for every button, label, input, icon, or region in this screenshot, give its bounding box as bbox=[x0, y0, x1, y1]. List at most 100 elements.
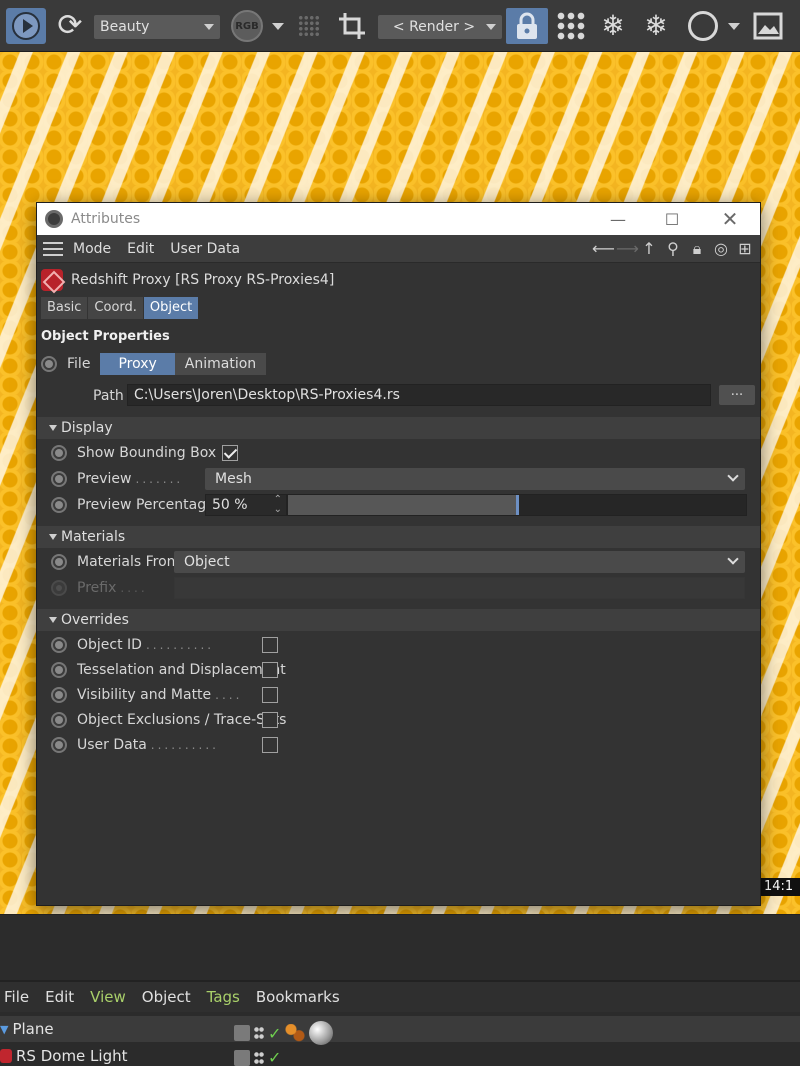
collapse-triangle-icon bbox=[49, 617, 57, 623]
search-icon[interactable]: ⚲ bbox=[664, 238, 682, 260]
render-pass-value: Beauty bbox=[100, 19, 150, 35]
preview-pct-slider[interactable] bbox=[287, 494, 747, 516]
dotted-leader: ....... bbox=[135, 472, 184, 486]
object-row-plane[interactable]: ▼ Plane ✓ bbox=[0, 1016, 800, 1045]
om-menu-view[interactable]: View bbox=[90, 988, 126, 1006]
render-pass-select[interactable]: Beauty bbox=[94, 15, 220, 39]
stepper-arrows-icon[interactable]: ⌃ ⌄ bbox=[274, 495, 282, 515]
collapse-triangle-icon bbox=[49, 534, 57, 540]
menu-user-data[interactable]: User Data bbox=[170, 241, 240, 257]
close-icon[interactable]: ✕ bbox=[704, 203, 756, 235]
tab-coord[interactable]: Coord. bbox=[88, 297, 143, 319]
override-exclusions-checkbox[interactable] bbox=[262, 711, 278, 728]
lock-icon[interactable]: 🔒︎ bbox=[688, 238, 706, 260]
menu-edit[interactable]: Edit bbox=[127, 241, 154, 257]
dotted-leader: .... bbox=[215, 687, 243, 702]
tab-object[interactable]: Object bbox=[143, 297, 199, 319]
back-arrow-icon[interactable]: ⟵ bbox=[592, 238, 615, 260]
om-menu-file[interactable]: File bbox=[4, 988, 29, 1006]
proxy-mode-button[interactable]: Proxy bbox=[100, 353, 175, 375]
circle-icon[interactable] bbox=[686, 8, 720, 44]
animate-radio[interactable] bbox=[51, 554, 67, 570]
maximize-icon[interactable]: ☐ bbox=[646, 203, 698, 235]
forward-arrow-icon[interactable]: ⟶ bbox=[616, 238, 639, 260]
crop-icon[interactable] bbox=[334, 8, 370, 44]
om-menu-tags[interactable]: Tags bbox=[207, 988, 240, 1006]
om-menu-edit[interactable]: Edit bbox=[45, 988, 74, 1006]
tab-basic[interactable]: Basic bbox=[41, 297, 88, 319]
edit-icon[interactable] bbox=[234, 1025, 250, 1041]
dotted-leader: .......... bbox=[145, 637, 215, 652]
add-panel-icon[interactable]: ⊞ bbox=[736, 238, 754, 260]
chevron-down-icon bbox=[727, 470, 739, 482]
up-arrow-icon[interactable]: ↑ bbox=[640, 238, 658, 260]
show-bbox-checkbox[interactable] bbox=[222, 445, 239, 461]
render-target-select[interactable]: < Render > bbox=[378, 15, 502, 39]
object-header-text: Redshift Proxy [RS Proxy RS-Proxies4] bbox=[71, 272, 335, 288]
override-tesselation-checkbox[interactable] bbox=[262, 661, 278, 678]
render-play-button[interactable] bbox=[6, 8, 46, 44]
collapse-triangle-icon bbox=[49, 425, 57, 431]
circle-dropdown-icon[interactable] bbox=[726, 8, 742, 44]
animate-radio[interactable] bbox=[51, 686, 67, 703]
override-row: Visibility and Matte .... bbox=[37, 682, 760, 707]
browse-button[interactable]: ... bbox=[719, 385, 755, 405]
display-group-header[interactable]: Display bbox=[37, 417, 760, 439]
visibility-dots-icon[interactable] bbox=[254, 1026, 264, 1040]
path-input[interactable]: C:\Users\Joren\Desktop\RS-Proxies4.rs bbox=[127, 384, 711, 406]
expand-arrow-icon[interactable]: ▼ bbox=[0, 1023, 8, 1036]
animate-radio bbox=[51, 580, 67, 596]
animate-radio[interactable] bbox=[51, 471, 67, 487]
menu-mode[interactable]: Mode bbox=[73, 241, 111, 257]
enabled-check-icon[interactable]: ✓ bbox=[268, 1048, 281, 1066]
materials-group-header[interactable]: Materials bbox=[37, 526, 760, 548]
preview-row: Preview ....... Mesh bbox=[37, 466, 760, 492]
window-titlebar[interactable]: Attributes — ☐ ✕ bbox=[37, 203, 760, 235]
grid-dots-icon[interactable] bbox=[294, 8, 324, 44]
override-label: User Data bbox=[77, 736, 147, 753]
rgb-dropdown-icon[interactable] bbox=[270, 8, 286, 44]
materials-from-select[interactable]: Object bbox=[174, 551, 745, 573]
tiles-grid-icon[interactable] bbox=[554, 8, 588, 44]
material-tag-icon[interactable] bbox=[285, 1024, 306, 1042]
override-object-id-checkbox[interactable] bbox=[262, 636, 278, 653]
enabled-check-icon[interactable]: ✓ bbox=[268, 1024, 281, 1043]
rgb-channel-button[interactable]: RGB bbox=[230, 8, 264, 44]
animate-radio[interactable] bbox=[41, 356, 57, 372]
om-menu-bookmarks[interactable]: Bookmarks bbox=[256, 988, 340, 1006]
animation-mode-button[interactable]: Animation bbox=[174, 353, 267, 375]
override-visibility-checkbox[interactable] bbox=[262, 686, 278, 703]
animate-radio[interactable] bbox=[51, 711, 67, 728]
preview-select[interactable]: Mesh bbox=[205, 468, 745, 490]
show-bbox-label: Show Bounding Box bbox=[77, 445, 217, 461]
target-icon[interactable]: ◎ bbox=[712, 238, 730, 260]
refresh-icon[interactable]: ⟳ bbox=[54, 8, 86, 44]
override-user-data-checkbox[interactable] bbox=[262, 736, 278, 753]
display-group-title: Display bbox=[61, 420, 113, 436]
animate-radio[interactable] bbox=[51, 636, 67, 653]
play-icon bbox=[12, 12, 40, 40]
slider-fill bbox=[288, 495, 517, 515]
preview-pct-input[interactable]: 50 % ⌃ ⌄ bbox=[205, 494, 287, 516]
minimize-icon[interactable]: — bbox=[592, 203, 644, 235]
snowflake-icon[interactable]: ❄ bbox=[596, 8, 630, 44]
visibility-dots-icon[interactable] bbox=[254, 1050, 264, 1065]
override-row: Object Exclusions / Trace-Sets bbox=[37, 707, 760, 732]
animate-radio[interactable] bbox=[51, 736, 67, 753]
edit-icon[interactable] bbox=[234, 1049, 250, 1066]
lock-icon bbox=[517, 12, 537, 39]
image-icon[interactable] bbox=[750, 8, 786, 44]
sphere-material-tag-icon[interactable] bbox=[309, 1021, 334, 1045]
animate-radio[interactable] bbox=[51, 445, 67, 461]
animate-radio[interactable] bbox=[51, 661, 67, 678]
object-row-dome-light[interactable]: RS Dome Light ✓ bbox=[0, 1043, 800, 1066]
slider-handle[interactable] bbox=[516, 495, 519, 515]
preview-label: Preview bbox=[77, 471, 132, 487]
om-menu-object[interactable]: Object bbox=[142, 988, 191, 1006]
override-row: User Data .......... bbox=[37, 732, 760, 757]
lock-button[interactable] bbox=[506, 8, 548, 44]
snowflake-g-icon[interactable]: ❄ bbox=[638, 8, 674, 44]
animate-radio[interactable] bbox=[51, 497, 67, 513]
overrides-group-header[interactable]: Overrides bbox=[37, 609, 760, 631]
hamburger-menu-icon[interactable] bbox=[43, 241, 63, 256]
